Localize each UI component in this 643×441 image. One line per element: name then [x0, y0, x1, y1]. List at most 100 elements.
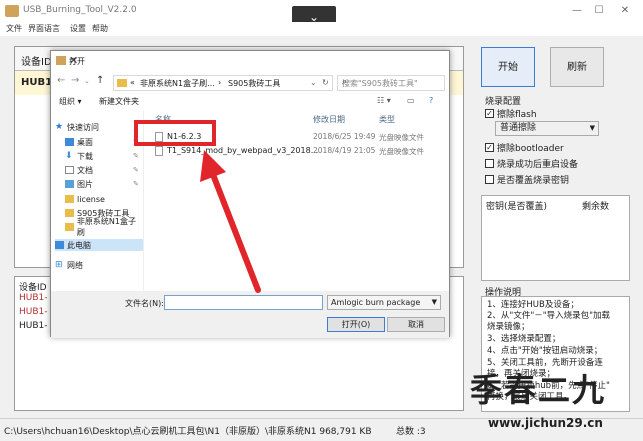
folder-icon [117, 79, 127, 87]
download-icon: ⬇ [65, 151, 73, 161]
chevron-down-icon[interactable]: ⌄ [84, 77, 90, 85]
document-icon [65, 166, 74, 174]
nav-folder-n1[interactable]: 非原系统N1盒子刷 [65, 217, 143, 237]
network-icon: ⊞ [55, 260, 63, 270]
menu-bar: 文件 界面语言 设置 帮助 [0, 22, 643, 36]
chevron-down-icon: ▼ [431, 298, 437, 306]
new-folder-button[interactable]: 新建文件夹 [99, 96, 139, 107]
dialog-app-icon [56, 56, 66, 65]
menu-help[interactable]: 帮助 [92, 23, 108, 34]
nav-network[interactable]: ⊞ 网络 [55, 259, 83, 271]
column-date[interactable]: 修改日期 [313, 114, 345, 125]
menu-file[interactable]: 文件 [6, 23, 22, 34]
title-bar: USB_Burning_Tool_V2.2.0 ⌄ — ☐ ✕ [0, 0, 643, 28]
log-line: HUB1- [19, 293, 48, 303]
checkbox-checked-icon: ✓ [485, 109, 494, 118]
erase-flash-checkbox[interactable]: ✓ 擦除flash [485, 107, 537, 120]
device-header-label: 设备ID [21, 57, 52, 68]
help-icon[interactable]: ? [429, 96, 433, 105]
menu-settings[interactable]: 设置 [70, 23, 86, 34]
computer-icon [55, 241, 64, 249]
ops-line: 2、从"文件"－"导入烧录包"加载 [487, 311, 611, 321]
view-options-icon[interactable]: ☷ ▾ [377, 96, 391, 105]
watermark-url: www.jichun29.cn [488, 416, 603, 430]
search-input[interactable]: 搜索"S905救砖工具" ⌕ [337, 75, 445, 91]
refresh-button[interactable]: 刷新 [550, 47, 604, 87]
pin-icon: ✎ [133, 152, 139, 160]
log-header: 设备ID [19, 283, 47, 293]
burn-config-title: 烧录配置 [485, 97, 522, 107]
erase-bootloader-checkbox[interactable]: ✓ 擦除bootloader [485, 141, 564, 154]
breadcrumb-separator: › [218, 78, 222, 87]
preview-pane-icon[interactable]: ▭ [407, 96, 415, 105]
maximize-icon[interactable]: ☐ [592, 4, 606, 18]
refresh-icon[interactable]: ↻ [322, 78, 329, 87]
file-type: 光盘映像文件 [379, 133, 424, 142]
nav-pane: ★ 快速访问 桌面 ✎ ⬇ 下载 ✎ 文档 ✎ 图片 ✎ license S905救… [51, 111, 144, 291]
nav-desktop[interactable]: 桌面 [65, 136, 93, 148]
nav-this-pc[interactable]: 此电脑 [55, 239, 143, 251]
file-type: 光盘映像文件 [379, 147, 424, 156]
breadcrumb-current[interactable]: S905救砖工具 [228, 78, 280, 89]
forward-arrow-icon[interactable]: → [71, 75, 79, 86]
close-icon[interactable]: ✕ [69, 54, 443, 67]
overwrite-key-label: 是否覆盖烧录密钥 [497, 176, 570, 186]
reboot-after-checkbox[interactable]: 烧录成功后重启设备 [485, 157, 578, 170]
nav-quick-access[interactable]: ★ 快速访问 [55, 121, 99, 133]
file-row[interactable]: T1_S914_mod_by_webpad_v3_2018... 2018/4/… [145, 145, 450, 157]
ops-line: 3、选择烧录配置； [487, 334, 561, 344]
erase-mode-value: 普通擦除 [500, 123, 537, 133]
organize-menu[interactable]: 组织 ▾ [59, 96, 82, 107]
back-arrow-icon[interactable]: ← [57, 75, 65, 86]
start-button[interactable]: 开始 [481, 47, 535, 87]
log-line: HUB1- [19, 307, 48, 317]
status-total: 总数 :3 [396, 427, 426, 437]
cancel-button[interactable]: 取消 [387, 317, 445, 332]
close-icon[interactable]: ✕ [618, 4, 632, 18]
nav-label: 网络 [67, 260, 83, 270]
folder-icon [65, 209, 74, 217]
nav-label: 非原系统N1盒子刷 [76, 217, 136, 237]
ops-line: 1、连接好HUB及设备； [487, 300, 579, 310]
chevron-down-icon[interactable]: ⌄ [310, 78, 317, 87]
app-icon [5, 5, 19, 17]
search-icon: ⌕ [342, 77, 348, 87]
nav-label: 桌面 [77, 137, 93, 147]
checkbox-empty-icon [485, 175, 494, 184]
file-icon [155, 146, 163, 156]
file-date: 2018/4/19 21:05 [313, 146, 376, 155]
nav-downloads[interactable]: ⬇ 下载 [65, 150, 93, 162]
picture-icon [65, 180, 74, 188]
open-button[interactable]: 打开(O) [327, 317, 385, 332]
nav-label: 快速访问 [67, 122, 99, 132]
pin-icon: ✎ [133, 180, 139, 188]
key-panel: 密钥(是否覆盖) 剩余数 [481, 195, 630, 281]
erase-mode-select[interactable]: 普通擦除 ▼ [495, 121, 599, 136]
column-type[interactable]: 类型 [379, 114, 395, 125]
address-overflow[interactable]: « [130, 78, 135, 87]
folder-icon [65, 195, 74, 203]
breadcrumb-parent[interactable]: 非原系统N1盒子刷... [140, 78, 215, 89]
overwrite-key-checkbox[interactable]: 是否覆盖烧录密钥 [485, 173, 569, 186]
address-bar[interactable]: « 非原系统N1盒子刷... › S905救砖工具 ⌄ ↻ [113, 75, 333, 91]
dialog-title-bar: 打开 ✕ [51, 51, 449, 71]
nav-label: 文档 [77, 165, 93, 175]
nav-label: 下载 [77, 151, 93, 161]
minimize-icon[interactable]: — [570, 4, 584, 18]
ops-line: 烧录镜像； [487, 322, 530, 332]
nav-folder-license[interactable]: license [65, 193, 105, 205]
up-arrow-icon[interactable]: ↑ [96, 75, 104, 86]
folder-icon [65, 223, 74, 231]
device-row-label: HUB1 [21, 77, 53, 88]
ops-line: 4、点击"开始"按钮启动烧录； [487, 346, 603, 356]
status-path: C:\Users\hchuan16\Desktop\点心云刷机工具包\N1（非原… [4, 427, 372, 437]
desktop-icon [65, 138, 74, 146]
filename-label: 文件名(N): [125, 299, 164, 308]
menu-language[interactable]: 界面语言 [28, 23, 60, 34]
checkbox-empty-icon [485, 159, 494, 168]
nav-pictures[interactable]: 图片 [65, 178, 93, 190]
checkbox-checked-icon: ✓ [485, 143, 494, 152]
pin-icon: ✎ [133, 166, 139, 174]
nav-documents[interactable]: 文档 [65, 164, 93, 176]
filetype-select[interactable]: Amlogic burn package (*.img ▼ [327, 295, 441, 310]
